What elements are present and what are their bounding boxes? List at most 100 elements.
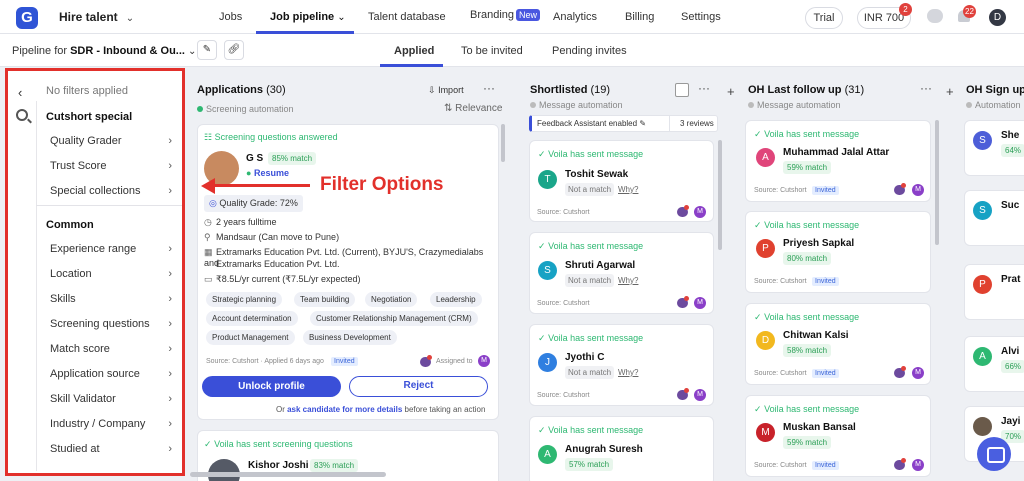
feedback-assistant-bar[interactable]: Feedback Assistant enabled ✎ 3 reviews xyxy=(529,115,718,132)
why-link[interactable]: Why? xyxy=(618,368,638,377)
reviews-count[interactable]: 3 reviews xyxy=(680,119,714,128)
assignee-avatar[interactable]: M xyxy=(912,459,924,471)
chat-icon[interactable] xyxy=(894,458,906,470)
edit-pencil-icon[interactable]: ✎ xyxy=(639,119,646,128)
add-stage-plus-icon[interactable]: + xyxy=(946,84,954,99)
annotation-arrow-line xyxy=(214,184,310,187)
nav-job-pipeline[interactable]: Job pipeline ⌄ xyxy=(270,11,346,23)
chat-icon[interactable] xyxy=(677,388,689,400)
filter-item[interactable]: Studied at › xyxy=(50,443,172,455)
unlock-profile-button[interactable]: Unlock profile xyxy=(202,376,341,397)
candidate-card[interactable]: ✓ Voila has sent message P Priyesh Sapka… xyxy=(745,211,931,293)
tab-applied[interactable]: Applied xyxy=(394,45,434,57)
trial-button[interactable]: Trial xyxy=(805,7,843,29)
candidate-card[interactable]: S She 64% xyxy=(964,120,1024,176)
why-link[interactable]: Why? xyxy=(618,276,638,285)
voila-sent-text: Voila has sent message xyxy=(764,404,860,414)
search-icon[interactable] xyxy=(16,109,28,121)
nav-talent-database[interactable]: Talent database xyxy=(368,11,446,23)
filter-item[interactable]: Skills › xyxy=(50,293,172,305)
skill-chip: Business Development xyxy=(303,330,397,345)
collapse-chevron-left-icon[interactable]: ‹ xyxy=(18,85,22,100)
assignee-avatar[interactable]: M xyxy=(694,389,706,401)
hire-talent-label: Hire talent xyxy=(59,10,118,24)
why-link[interactable]: Why? xyxy=(618,185,638,194)
filter-item[interactable]: Match score › xyxy=(50,343,172,355)
assignee-avatar[interactable]: M xyxy=(912,367,924,379)
user-avatar[interactable]: D xyxy=(989,9,1006,26)
filter-item-label: Screening questions xyxy=(50,318,150,330)
reject-button[interactable]: Reject xyxy=(349,376,488,397)
chat-icon[interactable] xyxy=(927,9,943,23)
import-button[interactable]: ⇩ Import xyxy=(428,85,464,96)
candidate-card[interactable]: ✓ Voila has sent message J Jyothi C Not … xyxy=(529,324,714,406)
cutshort-logo-icon[interactable]: G xyxy=(16,7,38,29)
nav-jobs[interactable]: Jobs xyxy=(219,11,242,23)
pipeline-selector[interactable]: Pipeline for SDR - Inbound & Ou... ⌄ xyxy=(12,45,196,57)
filter-item-label: Match score xyxy=(50,343,110,355)
chat-support-icon[interactable] xyxy=(977,437,1011,471)
more-options-icon[interactable]: ··· xyxy=(698,81,710,95)
hire-talent-dropdown[interactable]: Hire talent ⌄ xyxy=(59,10,134,24)
automation-text: Message automation xyxy=(757,100,841,110)
chevron-right-icon: › xyxy=(168,368,172,380)
filter-item[interactable]: Location › xyxy=(50,268,172,280)
add-stage-plus-icon[interactable]: + xyxy=(727,84,735,99)
filter-item[interactable]: Special collections › xyxy=(50,185,172,197)
no-filters-label: No filters applied xyxy=(46,85,128,97)
select-all-checkbox[interactable] xyxy=(675,83,689,97)
horizontal-scrollbar[interactable] xyxy=(190,472,386,477)
filter-item[interactable]: Industry / Company › xyxy=(50,418,172,430)
assignee-avatar[interactable]: M xyxy=(912,184,924,196)
column-scrollbar[interactable] xyxy=(718,140,722,250)
salary-detail: ▭ ₹8.5L/yr current (₹7.5L/yr expected) xyxy=(204,274,361,285)
nav-settings[interactable]: Settings xyxy=(681,11,721,23)
column-count: (30) xyxy=(266,84,286,96)
filter-item[interactable]: Application source › xyxy=(50,368,172,380)
candidate-card[interactable]: ✓ Voila has sent message A Muhammad Jala… xyxy=(745,120,931,202)
chat-icon[interactable] xyxy=(894,366,906,378)
candidate-avatar: T xyxy=(538,170,557,189)
ask-candidate-link[interactable]: ask candidate for more details xyxy=(287,405,402,414)
filter-item[interactable]: Screening questions › xyxy=(50,318,172,330)
assignee-avatar[interactable]: M xyxy=(694,297,706,309)
assignee-avatar[interactable]: M xyxy=(694,206,706,218)
nav-billing[interactable]: Billing xyxy=(625,11,654,23)
tab-to-be-invited[interactable]: To be invited xyxy=(461,45,523,57)
shortlisted-column: Shortlisted (19) ··· Message automation … xyxy=(522,68,722,481)
filter-item[interactable]: Quality Grader › xyxy=(50,135,172,147)
nav-branding[interactable]: Branding New xyxy=(470,9,541,21)
filter-item[interactable]: Experience range › xyxy=(50,243,172,255)
more-options-icon[interactable]: ··· xyxy=(483,81,495,95)
more-options-icon[interactable]: ··· xyxy=(920,81,932,95)
voila-sent-label: ✓ Voila has sent message xyxy=(538,241,643,252)
chat-icon[interactable] xyxy=(420,355,432,367)
chat-icon[interactable] xyxy=(677,296,689,308)
relevance-sort[interactable]: ⇅ Relevance xyxy=(444,103,502,114)
candidate-card[interactable]: A Alvi 66% xyxy=(964,336,1024,392)
column-scrollbar[interactable] xyxy=(935,120,939,245)
link-icon[interactable]: 🔗︎ xyxy=(224,40,244,60)
column-scrollbar[interactable] xyxy=(501,124,505,162)
candidate-card[interactable]: ✓ Voila has sent message A Anugrah Sures… xyxy=(529,416,714,481)
candidate-card[interactable]: P Prat xyxy=(964,264,1024,320)
not-a-match-tag[interactable]: Not a match xyxy=(565,274,615,287)
nav-analytics[interactable]: Analytics xyxy=(553,11,597,23)
edit-pencil-icon[interactable]: ✎ xyxy=(197,40,217,60)
candidate-card[interactable]: ✓ Voila has sent message S Shruti Agarwa… xyxy=(529,232,714,314)
not-a-match-tag[interactable]: Not a match xyxy=(565,183,615,196)
assignee-avatar[interactable]: M xyxy=(478,355,490,367)
candidate-card[interactable]: ✓ Voila has sent message M Muskan Bansal… xyxy=(745,395,931,477)
filter-item[interactable]: Skill Validator › xyxy=(50,393,172,405)
quality-grade-chip: ◎ Quality Grade: 72% xyxy=(204,195,303,212)
tab-pending-invites[interactable]: Pending invites xyxy=(552,45,627,57)
candidate-card[interactable]: ✓ Voila has sent message D Chitwan Kalsi… xyxy=(745,303,931,385)
not-a-match-tag[interactable]: Not a match xyxy=(565,366,615,379)
chat-icon[interactable] xyxy=(894,183,906,195)
resume-link[interactable]: ● Resume xyxy=(246,168,289,178)
filter-item[interactable]: Trust Score › xyxy=(50,160,172,172)
candidate-card[interactable]: ✓ Voila has sent message T Toshit Sewak … xyxy=(529,140,714,222)
candidate-card[interactable]: ☷ Screening questions answered G S 85% m… xyxy=(197,124,499,420)
chat-icon[interactable] xyxy=(677,205,689,217)
candidate-card[interactable]: S Suc xyxy=(964,190,1024,246)
